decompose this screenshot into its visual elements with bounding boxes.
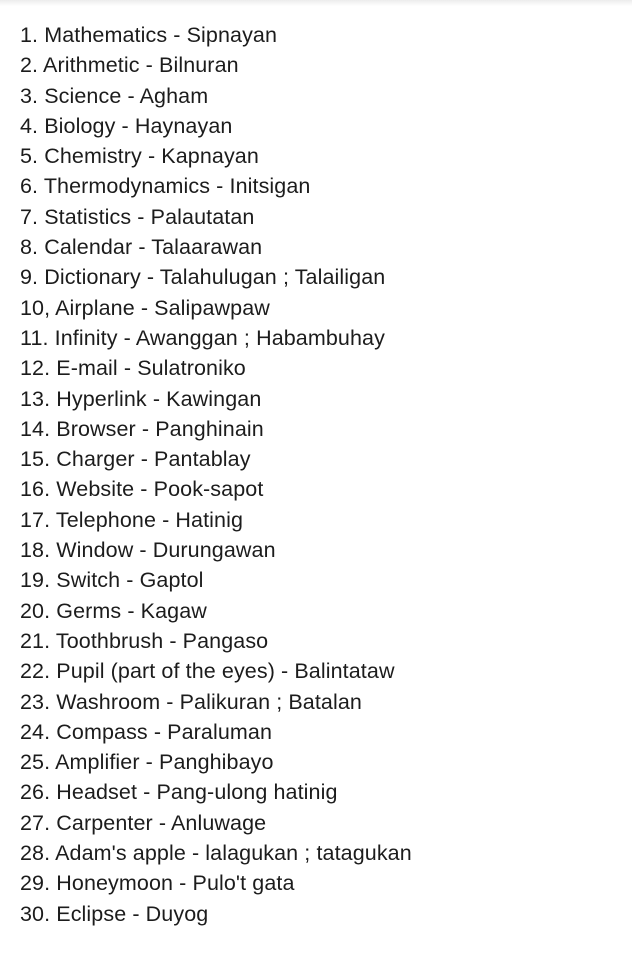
list-item: 20. Germs - Kagaw xyxy=(20,598,207,623)
list-item: 11. Infinity - Awanggan ; Habambuhay xyxy=(20,325,385,350)
list-item: 30. Eclipse - Duyog xyxy=(20,901,209,926)
vocabulary-list: 1. Mathematics - Sipnayan 2. Arithmetic … xyxy=(20,20,412,929)
list-item: 10, Airplane - Salipawpaw xyxy=(20,295,270,320)
list-item: 21. Toothbrush - Pangaso xyxy=(20,628,269,653)
list-item: 29. Honeymoon - Pulo't gata xyxy=(20,871,295,896)
list-item: 12. E-mail - Sulatroniko xyxy=(20,356,246,381)
list-item: 3. Science - Agham xyxy=(20,83,209,108)
list-item: 7. Statistics - Palautatan xyxy=(20,204,255,229)
list-item: 16. Website - Pook-sapot xyxy=(20,477,264,502)
list-item: 22. Pupil (part of the eyes) - Balintata… xyxy=(20,659,395,684)
top-edge-shadow xyxy=(0,0,632,6)
list-item: 24. Compass - Paraluman xyxy=(20,719,273,744)
list-item: 28. Adam's apple - lalagukan ; tatagukan xyxy=(20,841,412,866)
list-item: 15. Charger - Pantablay xyxy=(20,447,251,472)
list-item: 2. Arithmetic - Bilnuran xyxy=(20,53,239,78)
list-item: 13. Hyperlink - Kawingan xyxy=(20,386,262,411)
list-item: 5. Chemistry - Kapnayan xyxy=(20,144,259,169)
list-item: 1. Mathematics - Sipnayan xyxy=(20,23,278,47)
list-item: 8. Calendar - Talaarawan xyxy=(20,235,263,260)
list-item: 6. Thermodynamics - Initsigan xyxy=(20,174,311,199)
list-item: 14. Browser - Panghinain xyxy=(20,416,264,441)
list-item: 4. Biology - Haynayan xyxy=(20,113,233,138)
list-item: 23. Washroom - Palikuran ; Batalan xyxy=(20,689,362,714)
list-item: 27. Carpenter - Anluwage xyxy=(20,810,267,835)
list-item: 18. Window - Durungawan xyxy=(20,538,276,563)
list-item: 26. Headset - Pang-ulong hatinig xyxy=(20,780,338,805)
list-item: 9. Dictionary - Talahulugan ; Talailigan xyxy=(20,265,386,290)
list-item: 17. Telephone - Hatinig xyxy=(20,507,244,532)
list-item: 19. Switch - Gaptol xyxy=(20,568,204,593)
list-item: 25. Amplifier - Panghibayo xyxy=(20,750,274,775)
